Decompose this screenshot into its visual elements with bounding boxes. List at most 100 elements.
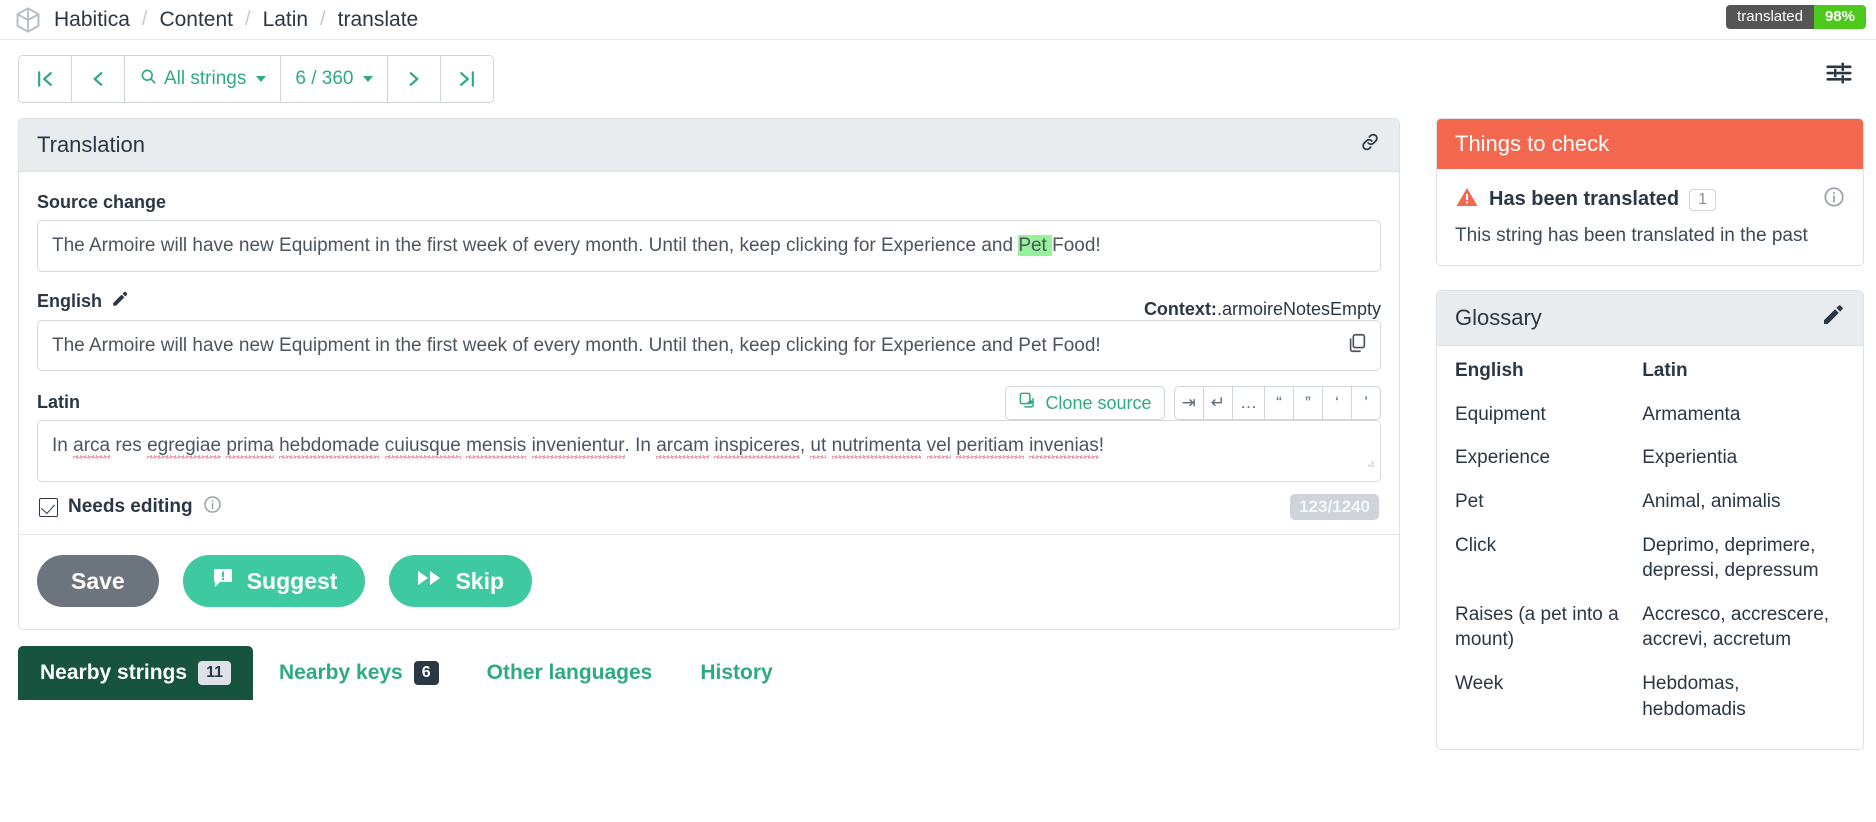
- breadcrumb-item-project[interactable]: Habitica: [54, 8, 130, 32]
- translation-card-body: Source change The Armoire will have new …: [19, 172, 1399, 629]
- bottom-tabs: Nearby strings 11 Nearby keys 6 Other la…: [18, 646, 1400, 700]
- target-word: In: [52, 435, 68, 456]
- tab-other-languages[interactable]: Other languages: [465, 646, 675, 700]
- target-word: invenientur: [532, 435, 625, 456]
- breadcrumb-item-component[interactable]: Content: [159, 8, 233, 32]
- target-word: nutrimenta: [832, 435, 922, 456]
- editor-tools: Clone source ⇥ ↵ … “ ” ‘ ’: [1005, 386, 1381, 420]
- tab-nearby-strings-badge: 11: [198, 661, 231, 685]
- chevron-right-icon[interactable]: [387, 55, 441, 103]
- checkbox-box[interactable]: [39, 498, 58, 517]
- glossary-cell-latin: Armamenta: [1642, 393, 1845, 437]
- insert-newline-char[interactable]: ↵: [1203, 386, 1233, 420]
- target-word: inspiceres: [714, 435, 800, 456]
- breadcrumb-separator: /: [245, 8, 251, 31]
- left-column: Translation Source change The Armo: [18, 118, 1400, 700]
- insert-tab-char[interactable]: ⇥: [1174, 386, 1204, 420]
- glossary-rows: EquipmentArmamentaExperienceExperientiaP…: [1455, 393, 1845, 732]
- target-word: .: [625, 435, 630, 456]
- pencil-icon[interactable]: [111, 290, 129, 313]
- glossary-row: PetAnimal, animalis: [1455, 480, 1845, 524]
- target-word: invenias: [1029, 435, 1099, 456]
- things-to-check-title: Things to check: [1455, 131, 1609, 156]
- insert-right-single-quote[interactable]: ’: [1351, 386, 1381, 420]
- things-to-check-body: Has been translated 1 This string has be…: [1437, 169, 1863, 265]
- target-word: arcam: [656, 435, 709, 456]
- translation-workbench-page: Habitica / Content / Latin / translate t…: [0, 0, 1876, 822]
- glossary-table: English Latin EquipmentArmamentaExperien…: [1455, 356, 1845, 731]
- resize-grip-icon[interactable]: [1363, 450, 1376, 478]
- glossary-title: Glossary: [1455, 305, 1542, 331]
- info-icon[interactable]: [203, 495, 222, 520]
- status-badge-percent: 98%: [1814, 5, 1866, 29]
- glossary-cell-english: Week: [1455, 662, 1642, 731]
- target-word: arca: [73, 435, 110, 456]
- target-word: !: [1099, 435, 1104, 456]
- link-icon[interactable]: [1359, 131, 1381, 159]
- target-word: mensis: [466, 435, 526, 456]
- suggest-button-label: Suggest: [247, 568, 338, 595]
- filter-all-strings-dropdown[interactable]: All strings: [124, 55, 281, 103]
- glossary-cell-english: Experience: [1455, 436, 1642, 480]
- copy-icon[interactable]: [1346, 332, 1368, 363]
- glossary-header: Glossary: [1437, 291, 1863, 346]
- glossary-cell-latin: Hebdomas, hebdomadis: [1642, 662, 1845, 731]
- last-page-icon[interactable]: [440, 55, 494, 103]
- breadcrumb-item-action[interactable]: translate: [338, 8, 419, 32]
- glossary-cell-english: Click: [1455, 524, 1642, 593]
- tab-nearby-strings[interactable]: Nearby strings 11: [18, 646, 253, 700]
- breadcrumb-separator: /: [142, 8, 148, 31]
- insert-right-double-quote[interactable]: ”: [1293, 386, 1323, 420]
- suggest-button[interactable]: Suggest: [183, 555, 366, 607]
- target-word: vel: [927, 435, 951, 456]
- save-button-label: Save: [71, 568, 125, 595]
- context-label: Context:: [1144, 299, 1217, 319]
- glossary-header-row: English Latin: [1455, 356, 1845, 393]
- save-button[interactable]: Save: [37, 555, 159, 607]
- clone-source-button[interactable]: Clone source: [1005, 386, 1164, 420]
- check-item-count: 1: [1689, 189, 1716, 211]
- first-page-icon[interactable]: [18, 55, 72, 103]
- position-dropdown[interactable]: 6 / 360: [280, 55, 388, 103]
- action-buttons: Save Suggest: [37, 535, 1381, 629]
- skip-button[interactable]: Skip: [389, 555, 532, 607]
- insert-left-double-quote[interactable]: “: [1264, 386, 1294, 420]
- warning-triangle-icon: [1455, 185, 1479, 214]
- check-item: Has been translated 1: [1455, 185, 1845, 214]
- insert-left-single-quote[interactable]: ‘: [1322, 386, 1352, 420]
- source-change-text-before: The Armoire will have new Equipment in t…: [52, 235, 1018, 256]
- glossary-cell-latin: Deprimo, deprimere, depressi, depressum: [1642, 524, 1845, 593]
- main-content: Translation Source change The Armo: [0, 118, 1876, 750]
- tab-nearby-keys[interactable]: Nearby keys 6: [257, 646, 461, 700]
- sliders-icon[interactable]: [1824, 58, 1854, 93]
- comment-icon: [211, 566, 235, 596]
- context-value: .armoireNotesEmpty: [1217, 299, 1381, 319]
- insert-ellipsis-char[interactable]: …: [1232, 386, 1265, 420]
- filter-label: All strings: [164, 68, 246, 90]
- chevron-down-icon: [363, 76, 373, 82]
- target-word: cuiusque: [385, 435, 461, 456]
- right-sidebar: Things to check Has been translated 1: [1436, 118, 1864, 750]
- english-source-field: The Armoire will have new Equipment in t…: [37, 320, 1381, 372]
- tab-nearby-strings-label: Nearby strings: [40, 661, 187, 685]
- chevron-left-icon[interactable]: [71, 55, 125, 103]
- source-change-highlight: Pet: [1018, 235, 1052, 256]
- glossary-row: ClickDeprimo, deprimere, depressi, depre…: [1455, 524, 1845, 593]
- info-icon[interactable]: [1823, 186, 1845, 213]
- glossary-cell-english: Pet: [1455, 480, 1642, 524]
- special-characters-group: ⇥ ↵ … “ ” ‘ ’: [1175, 386, 1382, 420]
- tab-history[interactable]: History: [678, 646, 794, 700]
- tab-other-languages-label: Other languages: [487, 661, 653, 685]
- chevron-down-icon: [256, 76, 266, 82]
- glossary-body: English Latin EquipmentArmamentaExperien…: [1437, 346, 1863, 749]
- pencil-icon[interactable]: [1821, 303, 1845, 333]
- glossary-cell-latin: Animal, animalis: [1642, 480, 1845, 524]
- target-word: prima: [226, 435, 274, 456]
- target-translation-textarea[interactable]: In arca res egregiae prima hebdomade cui…: [37, 420, 1381, 482]
- source-change-readonly-field: The Armoire will have new Equipment in t…: [37, 220, 1381, 272]
- needs-editing-checkbox[interactable]: Needs editing: [39, 495, 222, 520]
- glossary-cell-latin: Experientia: [1642, 436, 1845, 480]
- target-word: ,: [800, 435, 805, 456]
- tab-nearby-keys-badge: 6: [414, 661, 439, 685]
- breadcrumb-item-language[interactable]: Latin: [263, 8, 309, 32]
